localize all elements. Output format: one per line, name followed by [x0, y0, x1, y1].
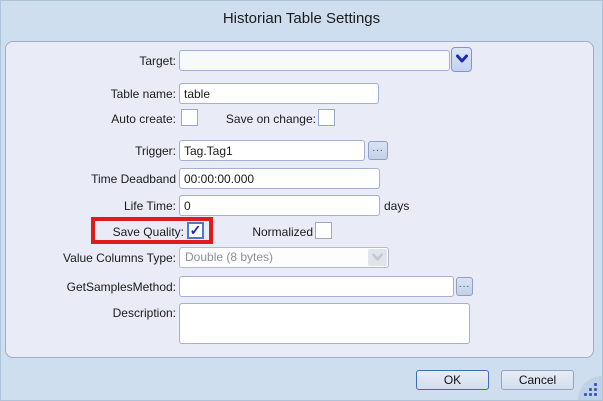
normalized-checkbox[interactable] [315, 222, 332, 239]
description-textarea[interactable] [179, 303, 470, 344]
cancel-button[interactable]: Cancel [501, 370, 574, 390]
normalized-label: Normalized [181, 225, 313, 239]
trigger-label: Trigger: [1, 144, 176, 158]
value-columns-type-dropdown: Double (8 bytes) [179, 247, 389, 268]
life-time-input[interactable] [179, 195, 380, 216]
value-columns-type-label: Value Columns Type: [1, 251, 176, 265]
chevron-down-icon [368, 249, 387, 266]
time-deadband-input[interactable] [179, 168, 380, 189]
target-label: Target: [1, 54, 176, 68]
save-on-change-label: Save on change: [181, 112, 316, 126]
description-label: Description: [1, 306, 176, 320]
get-samples-method-browse-button[interactable]: ... [456, 277, 473, 296]
ok-button[interactable]: OK [416, 370, 489, 390]
time-deadband-label: Time Deadband [1, 172, 176, 186]
life-time-unit-label: days [384, 199, 409, 213]
table-name-input[interactable] [179, 83, 379, 104]
get-samples-method-label: GetSamplesMethod: [1, 280, 176, 294]
trigger-input[interactable] [179, 140, 365, 161]
table-name-label: Table name: [1, 87, 176, 101]
save-quality-label: Save Quality: [1, 225, 184, 239]
target-dropdown-button[interactable] [451, 47, 472, 72]
value-columns-type-value: Double (8 bytes) [185, 250, 273, 264]
life-time-label: Life Time: [1, 199, 176, 213]
save-on-change-checkbox[interactable] [318, 109, 335, 126]
resize-grip-icon[interactable] [578, 376, 602, 400]
historian-table-settings-dialog: Historian Table Settings Target: Table n… [0, 0, 603, 401]
trigger-browse-button[interactable]: ... [368, 141, 388, 160]
target-input[interactable] [179, 50, 450, 71]
auto-create-label: Auto create: [1, 112, 176, 126]
dialog-title: Historian Table Settings [1, 10, 602, 27]
chevron-down-icon [456, 51, 468, 69]
get-samples-method-input[interactable] [179, 276, 454, 297]
